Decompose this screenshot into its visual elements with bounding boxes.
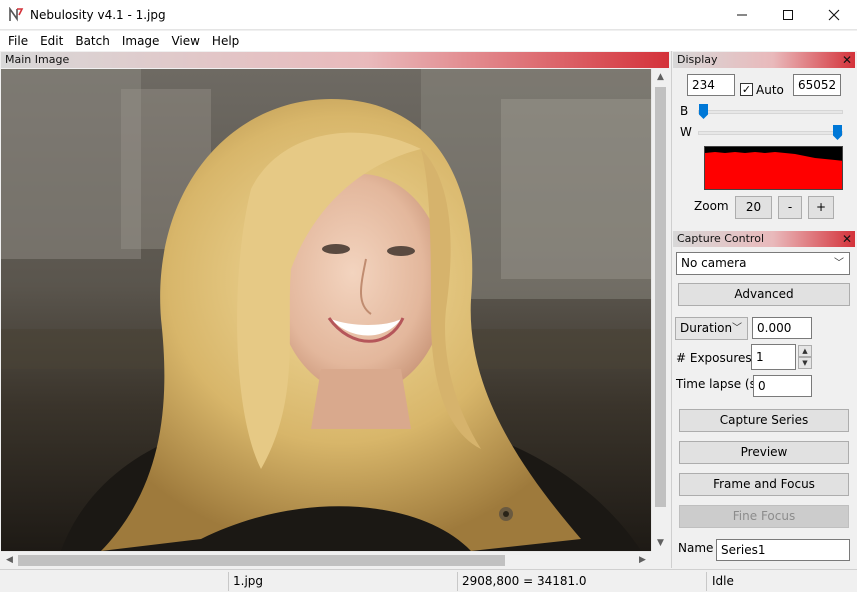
exposures-input[interactable]: 1 xyxy=(751,344,796,370)
close-icon xyxy=(828,9,840,21)
black-slider-track[interactable] xyxy=(698,110,843,114)
capture-panel-title: Capture Control xyxy=(677,232,764,245)
status-state: Idle xyxy=(712,574,734,588)
histogram-plot xyxy=(705,152,842,189)
menu-view[interactable]: View xyxy=(165,31,205,51)
camera-select[interactable]: No camera ﹀ xyxy=(676,252,850,275)
scroll-left-icon[interactable]: ◀ xyxy=(1,552,18,569)
scroll-down-icon[interactable]: ▼ xyxy=(652,535,669,551)
menu-batch[interactable]: Batch xyxy=(69,31,116,51)
menu-help[interactable]: Help xyxy=(206,31,245,51)
close-icon[interactable]: ✕ xyxy=(842,231,852,247)
histogram xyxy=(704,146,843,190)
close-window-button[interactable] xyxy=(811,0,857,30)
close-icon[interactable]: ✕ xyxy=(842,52,852,68)
preview-button[interactable]: Preview xyxy=(679,441,849,464)
menu-image[interactable]: Image xyxy=(116,31,166,51)
scroll-up-icon[interactable]: ▲ xyxy=(652,69,669,85)
minimize-icon xyxy=(737,14,747,16)
frame-and-focus-button[interactable]: Frame and Focus xyxy=(679,473,849,496)
duration-mode-select[interactable]: Duration ﹀ xyxy=(675,317,748,340)
chevron-down-icon: ﹀ xyxy=(732,323,742,334)
vertical-scroll-thumb[interactable] xyxy=(655,87,666,507)
duration-input[interactable]: 0.000 xyxy=(752,317,812,339)
white-point-input[interactable]: 65052 xyxy=(793,74,841,96)
black-point-input[interactable]: 234 xyxy=(687,74,735,96)
white-slider-label: W xyxy=(680,125,692,139)
fine-focus-button[interactable]: Fine Focus xyxy=(679,505,849,528)
scroll-right-icon[interactable]: ▶ xyxy=(634,552,651,569)
display-panel-title: Display xyxy=(677,53,718,66)
zoom-out-button[interactable]: - xyxy=(778,196,802,219)
series-name-input[interactable]: Series1 xyxy=(716,539,850,561)
histogram-fill xyxy=(705,152,842,189)
timelapse-label: Time lapse (s) xyxy=(676,377,761,391)
zoom-value-button[interactable]: 20 xyxy=(735,196,772,219)
horizontal-scrollbar[interactable]: ◀ ▶ xyxy=(1,551,651,568)
minimize-button[interactable] xyxy=(719,0,765,30)
advanced-button[interactable]: Advanced xyxy=(678,283,850,306)
menu-edit[interactable]: Edit xyxy=(34,31,69,51)
zoom-in-button[interactable]: + xyxy=(808,196,834,219)
maximize-icon xyxy=(783,10,793,20)
main-image-title: Main Image xyxy=(5,53,70,66)
status-separator xyxy=(706,572,707,591)
maximize-button[interactable] xyxy=(765,0,811,30)
horizontal-scroll-thumb[interactable] xyxy=(18,555,505,566)
black-slider-label: B xyxy=(680,104,689,118)
main-image-header: Main Image xyxy=(1,52,669,68)
status-separator xyxy=(228,572,229,591)
duration-mode-value: Duration xyxy=(680,321,733,335)
app-logo-icon xyxy=(9,7,24,22)
vertical-scrollbar[interactable]: ▲ ▼ xyxy=(651,69,668,551)
name-label: Name xyxy=(678,541,714,555)
status-pixel-info: 2908,800 = 34181.0 xyxy=(462,574,587,588)
window-title: Nebulosity v4.1 - 1.jpg xyxy=(30,8,166,22)
status-filename: 1.jpg xyxy=(233,574,264,588)
camera-select-value: No camera xyxy=(681,256,747,270)
chevron-down-icon: ﹀ xyxy=(834,258,844,269)
display-panel-header: Display ✕ xyxy=(673,52,855,68)
exposures-decrement-button[interactable]: ▼ xyxy=(798,357,812,369)
capture-panel-header: Capture Control ✕ xyxy=(673,231,855,247)
menu-bar: File Edit Batch Image View Help xyxy=(0,31,857,51)
zoom-label: Zoom xyxy=(694,199,729,213)
timelapse-input[interactable]: 0 xyxy=(753,375,812,397)
status-bar: 1.jpg 2908,800 = 34181.0 Idle xyxy=(0,569,857,592)
menu-file[interactable]: File xyxy=(2,31,34,51)
status-separator xyxy=(457,572,458,591)
exposures-increment-button[interactable]: ▲ xyxy=(798,345,812,357)
title-bar: Nebulosity v4.1 - 1.jpg xyxy=(0,0,857,30)
auto-label: Auto xyxy=(756,83,784,97)
main-image-canvas[interactable] xyxy=(1,69,651,551)
white-slider-track[interactable] xyxy=(698,131,843,135)
auto-checkbox[interactable]: ✓ xyxy=(740,83,753,96)
capture-series-button[interactable]: Capture Series xyxy=(679,409,849,432)
exposures-label: # Exposures xyxy=(676,351,752,365)
